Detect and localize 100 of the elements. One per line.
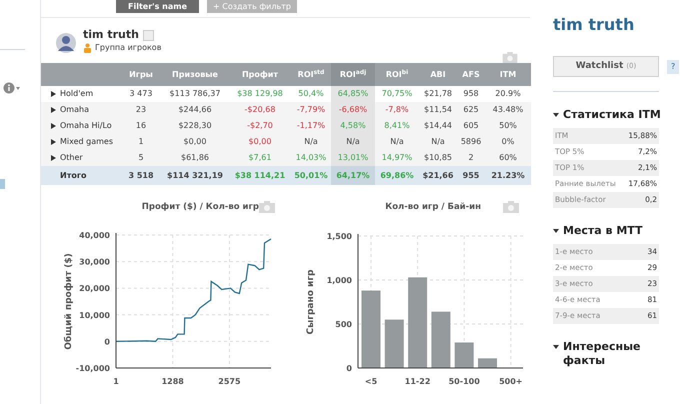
expand-icon[interactable] — [51, 123, 56, 129]
column-header[interactable]: ABI — [419, 63, 457, 86]
column-header[interactable]: ROI$^{bi}$ — [375, 63, 419, 86]
section-title[interactable]: Места в MTT — [563, 224, 643, 238]
table-cell: $10,85 — [419, 150, 457, 166]
x-tick-label: 1 — [113, 377, 119, 386]
table-cell: -$20,68 — [229, 102, 291, 118]
caret-icon[interactable] — [553, 344, 559, 350]
x-tick-label: <5 — [364, 377, 378, 386]
table-cell: 60% — [485, 150, 531, 166]
y-tick-label: 0 — [104, 337, 110, 346]
game-type-label: Omaha Hi/Lo — [60, 120, 112, 132]
y-tick-label: 20,000 — [79, 284, 110, 294]
game-type-label: Mixed games — [60, 136, 114, 148]
y-tick-label: 40,000 — [79, 231, 110, 240]
card-icon — [142, 30, 154, 40]
bar — [454, 342, 474, 368]
x-tick-label: 50-100 — [448, 377, 480, 386]
table-cell: 50% — [485, 118, 531, 134]
table-cell: N/a — [291, 134, 331, 150]
player-name: tim truth — [83, 28, 139, 42]
y-tick-label: 500 — [335, 320, 352, 329]
table-cell: 69,86% — [375, 166, 419, 185]
game-type-label: Omaha — [60, 104, 89, 116]
column-header[interactable]: AFS — [457, 63, 485, 86]
table-cell: 20.9% — [485, 86, 531, 102]
expand-icon[interactable] — [51, 139, 56, 145]
table-cell: $7,61 — [229, 150, 291, 166]
table-cell: -1,17% — [291, 118, 331, 134]
table-cell: $61,86 — [161, 150, 229, 166]
table-cell: 3 518 — [121, 166, 161, 185]
table-cell: $11,54 — [419, 102, 457, 118]
bar — [478, 358, 497, 368]
table-cell: $21,78 — [419, 86, 457, 102]
x-tick-label: 11-22 — [404, 377, 430, 386]
table-cell: 70,75% — [375, 86, 419, 102]
y-tick-label: 10,000 — [79, 310, 110, 320]
table-cell: 3 473 — [121, 86, 161, 102]
table-cell: 50,01% — [291, 166, 331, 185]
bar — [384, 320, 404, 368]
caret-icon[interactable] — [553, 228, 559, 234]
x-tick-label: 2575 — [218, 377, 241, 386]
table-cell: 605 — [457, 118, 485, 134]
table-cell: 625 — [457, 102, 485, 118]
total-label: Итого — [60, 170, 87, 182]
table-cell: -6,68% — [331, 102, 375, 118]
table-cell: $0,00 — [229, 134, 291, 150]
chart-title: Кол-во игр / Бай-ин — [385, 200, 481, 214]
table-cell: 64,17% — [331, 166, 375, 185]
y-tick-label: 30,000 — [79, 258, 110, 267]
table-cell: $21,66 — [419, 166, 457, 185]
table-cell: -$2,70 — [229, 118, 291, 134]
table-cell: $244,66 — [161, 102, 229, 118]
bar — [431, 312, 450, 368]
help-badge[interactable]: ? — [667, 60, 680, 74]
table-cell: 955 — [457, 166, 485, 185]
game-type-label: Hold'em — [60, 88, 94, 100]
table-cell: 4,58% — [331, 118, 375, 134]
table-cell: $0,00 — [161, 134, 229, 150]
table-cell: $38 129,98 — [229, 86, 291, 102]
expand-icon[interactable] — [51, 155, 56, 161]
section-title[interactable]: Статистика ITM — [563, 108, 661, 122]
table-cell: 14,03% — [291, 150, 331, 166]
caret-icon[interactable] — [553, 112, 559, 118]
table-cell: $114 321,19 — [161, 166, 229, 185]
table-cell: 1 — [121, 134, 161, 150]
column-header[interactable]: Профит — [229, 63, 291, 86]
info-icon[interactable] — [3, 82, 21, 94]
table-cell: -7,8% — [375, 102, 419, 118]
table-cell: 5 — [121, 150, 161, 166]
table-cell: $228,30 — [161, 118, 229, 134]
table-cell: 16 — [121, 118, 161, 134]
expand-icon[interactable] — [51, 91, 56, 97]
section-title[interactable]: Интересные факты — [563, 340, 673, 368]
column-header[interactable]: Призовые — [161, 63, 229, 86]
game-type-label: Other — [60, 152, 83, 164]
create-filter-button[interactable]: + Создать фильтр — [207, 0, 297, 13]
expand-icon[interactable] — [51, 107, 56, 113]
y-tick-label: 1,500 — [326, 232, 352, 241]
table-cell: -7,79% — [291, 102, 331, 118]
filter-name-button[interactable]: Filter's name — [116, 0, 199, 13]
table-cell: 958 — [457, 86, 485, 102]
table-cell: 23 — [121, 102, 161, 118]
table-cell: 21.23% — [485, 166, 531, 185]
table-cell: 14,97% — [375, 150, 419, 166]
chart-title: Профит ($) / Кол-во игр — [142, 200, 259, 214]
y-axis-title: Общий профит ($) — [64, 253, 74, 350]
avatar-icon — [55, 32, 77, 54]
table-cell: 13,01% — [331, 150, 375, 166]
table-cell: $14,44 — [419, 118, 457, 134]
y-axis-title: Сыграно игр — [306, 270, 316, 334]
column-header[interactable]: ROI$^{std}$ — [291, 63, 331, 86]
nav-marker — [0, 179, 5, 189]
column-header[interactable]: Игры — [121, 63, 161, 86]
y-tick-label: 1,000 — [326, 276, 352, 285]
sidebar-title: tim truth — [553, 14, 636, 36]
table-cell: 50,4% — [291, 86, 331, 102]
column-header[interactable]: ROI$^{adj}$ — [331, 63, 375, 86]
player-group: Группа игроков — [95, 42, 162, 54]
column-header[interactable]: ITM — [485, 63, 531, 86]
